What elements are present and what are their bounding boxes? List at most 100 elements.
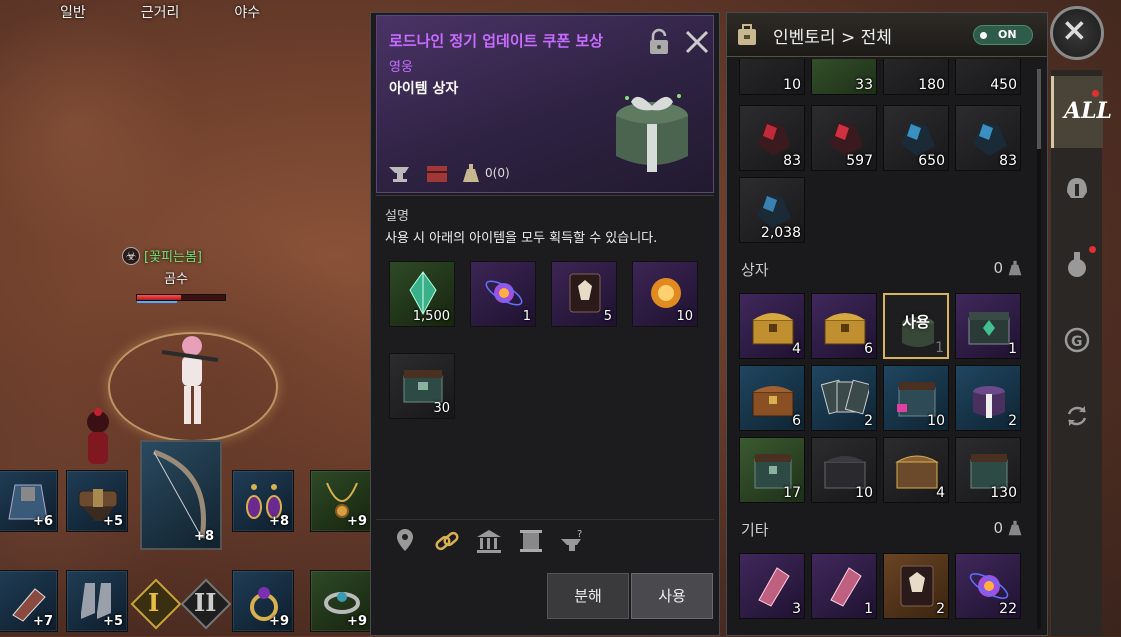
- bag-icon: [738, 24, 756, 45]
- inventory-slot[interactable]: 130: [955, 437, 1021, 503]
- g-coin-icon: G: [1064, 327, 1090, 353]
- inventory-header: 인벤토리 > 전체 ON: [727, 13, 1047, 57]
- equip-slot-glove[interactable]: +7: [0, 570, 58, 632]
- inventory-slot[interactable]: 17: [739, 437, 805, 503]
- filter-tab-melee[interactable]: 근거리: [141, 2, 180, 22]
- item-weight: 0(0): [485, 166, 510, 180]
- new-badge: [1092, 90, 1099, 97]
- inventory-slot[interactable]: 2,038: [739, 177, 805, 243]
- anvil-help-icon[interactable]: ?: [559, 527, 587, 555]
- item-meta-row: 0(0): [387, 162, 510, 184]
- map-pin-icon[interactable]: [391, 527, 419, 555]
- inventory-slot[interactable]: 450: [955, 59, 1021, 95]
- weight-icon: [1008, 260, 1022, 276]
- inventory-slot[interactable]: 2: [883, 553, 949, 619]
- inventory-slot[interactable]: 10: [811, 437, 877, 503]
- gift-box-icon: [616, 94, 688, 172]
- inventory-category-tabs: ALL G: [1050, 70, 1112, 636]
- inventory-title[interactable]: 인벤토리 > 전체: [773, 23, 892, 48]
- reward-item[interactable]: 1,500: [389, 261, 455, 327]
- preset-1-label: I: [148, 588, 160, 617]
- weight-icon: [463, 164, 479, 182]
- exchange-icon[interactable]: [475, 527, 503, 555]
- anvil-icon: [389, 167, 409, 182]
- actions-divider: [376, 519, 714, 520]
- inventory-slot[interactable]: 1: [955, 293, 1021, 359]
- scroll-icon[interactable]: [517, 527, 545, 555]
- inventory-slot[interactable]: 4: [883, 437, 949, 503]
- inventory-slot[interactable]: 2: [811, 365, 877, 431]
- card-pack-icon: [821, 379, 869, 415]
- guild-emblem-icon: ☣: [122, 246, 140, 265]
- guild-name: [꽃피는봄]: [144, 250, 202, 265]
- item-title: 로드나인 정기 업데이트 쿠폰 보상: [389, 32, 604, 50]
- target-filter-tabs: 일반 근거리 야수: [60, 2, 260, 22]
- inventory-slot[interactable]: 83: [739, 105, 805, 171]
- brown-chest-icon: [895, 455, 939, 489]
- filter-tab-beast[interactable]: 야수: [234, 2, 260, 22]
- player-guild-tag: ☣ [꽃피는봄]: [122, 246, 202, 265]
- inventory-slot[interactable]: 10: [883, 365, 949, 431]
- dark-book-icon: [900, 565, 934, 607]
- tab-equipment[interactable]: [1051, 152, 1103, 224]
- inventory-slot[interactable]: 180: [883, 59, 949, 95]
- storage-chest-icon: [427, 166, 447, 182]
- equip-slot-cloak[interactable]: +6: [0, 470, 58, 532]
- inventory-slot[interactable]: 650: [883, 105, 949, 171]
- scroll-thumb[interactable]: [1037, 69, 1041, 149]
- equip-slot-ring-2[interactable]: +9: [310, 570, 372, 632]
- inventory-slot[interactable]: 4: [739, 293, 805, 359]
- reward-item[interactable]: 1: [470, 261, 536, 327]
- inventory-slot[interactable]: 22: [955, 553, 1021, 619]
- inventory-slot[interactable]: 10: [739, 59, 805, 95]
- player-character[interactable]: [160, 330, 220, 430]
- helmet-icon: [1067, 178, 1087, 198]
- use-button[interactable]: 사용: [631, 573, 713, 619]
- equip-slot-boots[interactable]: +5: [66, 570, 128, 632]
- close-icon[interactable]: [683, 28, 711, 56]
- tab-all[interactable]: ALL: [1051, 76, 1112, 148]
- reward-item[interactable]: 10: [632, 261, 698, 327]
- reward-item[interactable]: 5: [551, 261, 617, 327]
- inventory-slot[interactable]: 6: [739, 365, 805, 431]
- tab-consumable[interactable]: [1051, 228, 1103, 300]
- pink-crystal-icon: [758, 567, 790, 607]
- inventory-slot-selected[interactable]: 사용 1: [883, 293, 949, 359]
- close-icon: [1065, 21, 1084, 40]
- unlock-icon[interactable]: [647, 28, 671, 56]
- player-name: 곰수: [164, 272, 188, 287]
- item-action-icons: ?: [391, 527, 587, 555]
- potion-icon: [1068, 252, 1086, 277]
- equip-slot-earring[interactable]: +8: [232, 470, 294, 532]
- auto-toggle[interactable]: ON: [973, 25, 1033, 45]
- filter-tab-general[interactable]: 일반: [60, 2, 86, 22]
- equip-slot-necklace[interactable]: +9: [310, 470, 372, 532]
- section-etc-label: 기타: [741, 521, 769, 539]
- tab-growth[interactable]: G: [1051, 304, 1103, 376]
- equip-slot-ring-1[interactable]: +9: [232, 570, 294, 632]
- inventory-slot[interactable]: 597: [811, 105, 877, 171]
- inventory-slot[interactable]: 83: [955, 105, 1021, 171]
- description-label: 설명: [385, 209, 409, 224]
- inventory-slot[interactable]: 3: [739, 553, 805, 619]
- inventory-slot[interactable]: 33: [811, 59, 877, 95]
- svg-text:G: G: [1071, 334, 1083, 350]
- green-chest-icon: [968, 312, 1010, 345]
- inventory-slot[interactable]: 6: [811, 293, 877, 359]
- section-box-weight: 0: [993, 259, 1023, 277]
- reward-item[interactable]: 30: [389, 353, 455, 419]
- item-type: 아이템 상자: [389, 81, 459, 97]
- inventory-slot[interactable]: 2: [955, 365, 1021, 431]
- dismantle-button[interactable]: 분해: [547, 573, 629, 619]
- equip-slot-belt[interactable]: +5: [66, 470, 128, 532]
- pink-crystal-icon: [830, 567, 862, 607]
- link-icon[interactable]: [433, 527, 461, 555]
- inventory-slot[interactable]: 1: [811, 553, 877, 619]
- tab-refresh[interactable]: [1051, 380, 1103, 452]
- inventory-scrollbar[interactable]: [1037, 69, 1041, 629]
- mp-fill: [137, 301, 177, 303]
- equip-slot-weapon[interactable]: +8: [140, 440, 222, 550]
- gift-box-icon: [973, 386, 1005, 418]
- inventory-close-button[interactable]: [1050, 6, 1104, 60]
- item-detail-header: 로드나인 정기 업데이트 쿠폰 보상 영웅 아이템 상자 0(0): [376, 15, 714, 193]
